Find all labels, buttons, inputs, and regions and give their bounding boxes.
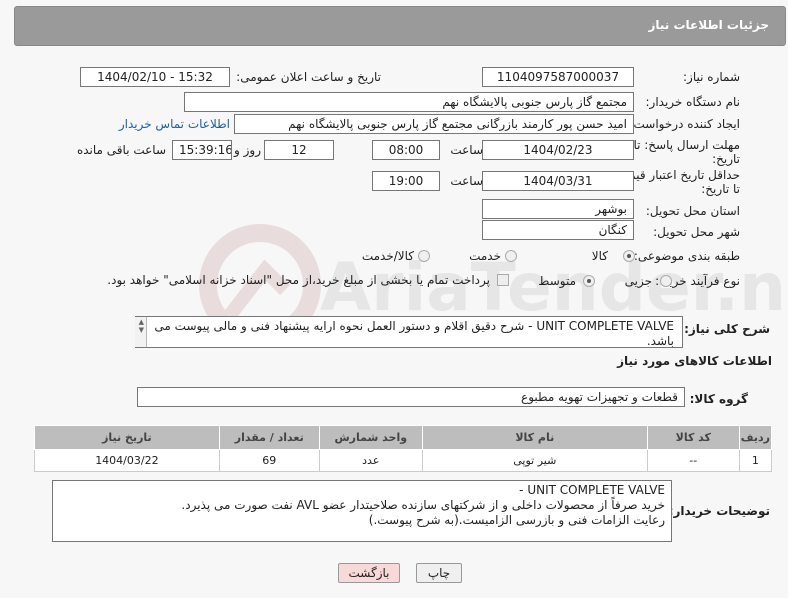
scroll-up-icon[interactable]: ▲	[139, 319, 144, 326]
city-label: شهر محل تحویل:	[653, 225, 740, 239]
scroll-down-icon[interactable]: ▼	[139, 327, 144, 334]
process-radio-minor[interactable]	[660, 275, 672, 287]
description-textarea[interactable]: UNIT COMPLETE VALVE - شرح دقیق اقلام و د…	[135, 316, 683, 348]
cell-qty: 69	[218, 449, 320, 472]
cell-row: 1	[738, 449, 773, 472]
goods-group-label: گروه کالا:	[689, 392, 748, 406]
col-code: کد کالا	[646, 425, 740, 450]
payment-note: پرداخت تمام یا بخشی از مبلغ خرید،از محل …	[107, 273, 490, 287]
process-option-medium: متوسط	[538, 274, 576, 288]
buyer-notes-textarea[interactable]: UNIT COMPLETE VALVE - خرید صرفاً از محصو…	[52, 480, 672, 542]
deadline-time-field[interactable]: 08:00	[372, 140, 440, 160]
price-validity-time-label: ساعت	[450, 174, 483, 188]
buyer-notes-line-2: خرید صرفاً از محصولات داخلی و از شرکتهای…	[181, 498, 665, 512]
header-panel: جزئیات اطلاعات نیاز	[14, 6, 786, 46]
days-remaining-field[interactable]: 12	[264, 140, 334, 160]
category-radio-goods[interactable]	[623, 250, 635, 262]
buyer-org-field[interactable]: مجتمع گاز پارس جنوبی پالایشگاه نهم	[184, 92, 634, 112]
col-date: تاریخ نیاز	[34, 425, 220, 450]
col-name: نام کالا	[421, 425, 648, 450]
goods-section-title: اطلاعات کالاهای مورد نیاز	[617, 354, 772, 368]
category-radio-goods-service[interactable]	[418, 250, 430, 262]
buyer-notes-line-1: UNIT COMPLETE VALVE -	[519, 483, 665, 497]
back-button[interactable]: بازگشت	[338, 563, 400, 583]
city-field[interactable]: کنگان	[482, 220, 634, 240]
cell-name: شیر توپی	[421, 449, 648, 472]
print-button[interactable]: چاپ	[416, 563, 462, 583]
category-option-goods: کالا	[591, 249, 608, 263]
table-row[interactable]: 1 -- شیر توپی عدد 69 1404/03/22	[34, 449, 773, 472]
deadline-label-2: تاریخ:	[712, 152, 740, 166]
creator-label: ایجاد کننده درخواست:	[629, 117, 740, 131]
cell-unit: عدد	[318, 449, 423, 472]
col-row: ردیف	[738, 425, 773, 450]
description-scrollbar[interactable]: ▲ ▼	[135, 317, 147, 347]
col-qty: تعداد / مقدار	[218, 425, 320, 450]
buyer-notes-line-3: رعایت الزامات فنی و بازرسی الزامیست.(به …	[368, 513, 665, 527]
payment-checkbox[interactable]	[497, 274, 509, 286]
time-remaining-label: ساعت باقی مانده	[76, 143, 166, 157]
category-option-service: خدمت	[469, 249, 501, 263]
need-number-label: شماره نیاز:	[683, 70, 740, 84]
buyer-org-label: نام دستگاه خریدار:	[645, 95, 741, 109]
category-option-goods-service: کالا/خدمت	[361, 249, 414, 263]
announce-label: تاریخ و ساعت اعلان عمومی:	[236, 70, 381, 84]
category-radio-service[interactable]	[505, 250, 517, 262]
need-number-field[interactable]: 1104097587000037	[482, 67, 634, 87]
deadline-date-field[interactable]: 1404/02/23	[482, 140, 634, 160]
category-label: طبقه بندی موضوعی:	[633, 249, 740, 263]
price-validity-label-2: تا تاریخ:	[701, 182, 740, 196]
page-title: جزئیات اطلاعات نیاز	[648, 18, 769, 32]
description-text: UNIT COMPLETE VALVE - شرح دقیق اقلام و د…	[154, 319, 674, 348]
days-label: روز و	[234, 143, 261, 157]
announce-datetime-field[interactable]: 1404/02/10 - 15:32	[80, 67, 230, 87]
buyer-contact-link[interactable]: اطلاعات تماس خریدار	[119, 117, 230, 131]
cell-date: 1404/03/22	[34, 449, 220, 472]
cell-code: --	[646, 449, 740, 472]
buyer-notes-label: توضیحات خریدار:	[668, 504, 770, 518]
creator-field[interactable]: امید حسن پور کارمند بازرگانی مجتمع گاز پ…	[234, 114, 634, 134]
time-remaining-field[interactable]: 15:39:16	[172, 140, 232, 160]
price-validity-time-field[interactable]: 19:00	[372, 171, 440, 191]
province-label: استان محل تحویل:	[645, 204, 740, 218]
goods-group-field[interactable]: قطعات و تجهیزات تهویه مطبوع	[137, 387, 685, 407]
deadline-time-label: ساعت	[450, 143, 483, 157]
col-unit: واحد شمارش	[318, 425, 423, 450]
province-field[interactable]: بوشهر	[482, 199, 634, 219]
process-radio-medium[interactable]	[583, 275, 595, 287]
price-validity-date-field[interactable]: 1404/03/31	[482, 171, 634, 191]
goods-table-header: ردیف کد کالا نام کالا واحد شمارش تعداد /…	[34, 425, 773, 450]
deadline-label-1: مهلت ارسال پاسخ: تا	[633, 138, 740, 152]
description-label: شرح کلی نیاز:	[684, 322, 770, 336]
process-option-minor: جزیی	[624, 274, 652, 288]
goods-table: ردیف کد کالا نام کالا واحد شمارش تعداد /…	[34, 425, 773, 472]
